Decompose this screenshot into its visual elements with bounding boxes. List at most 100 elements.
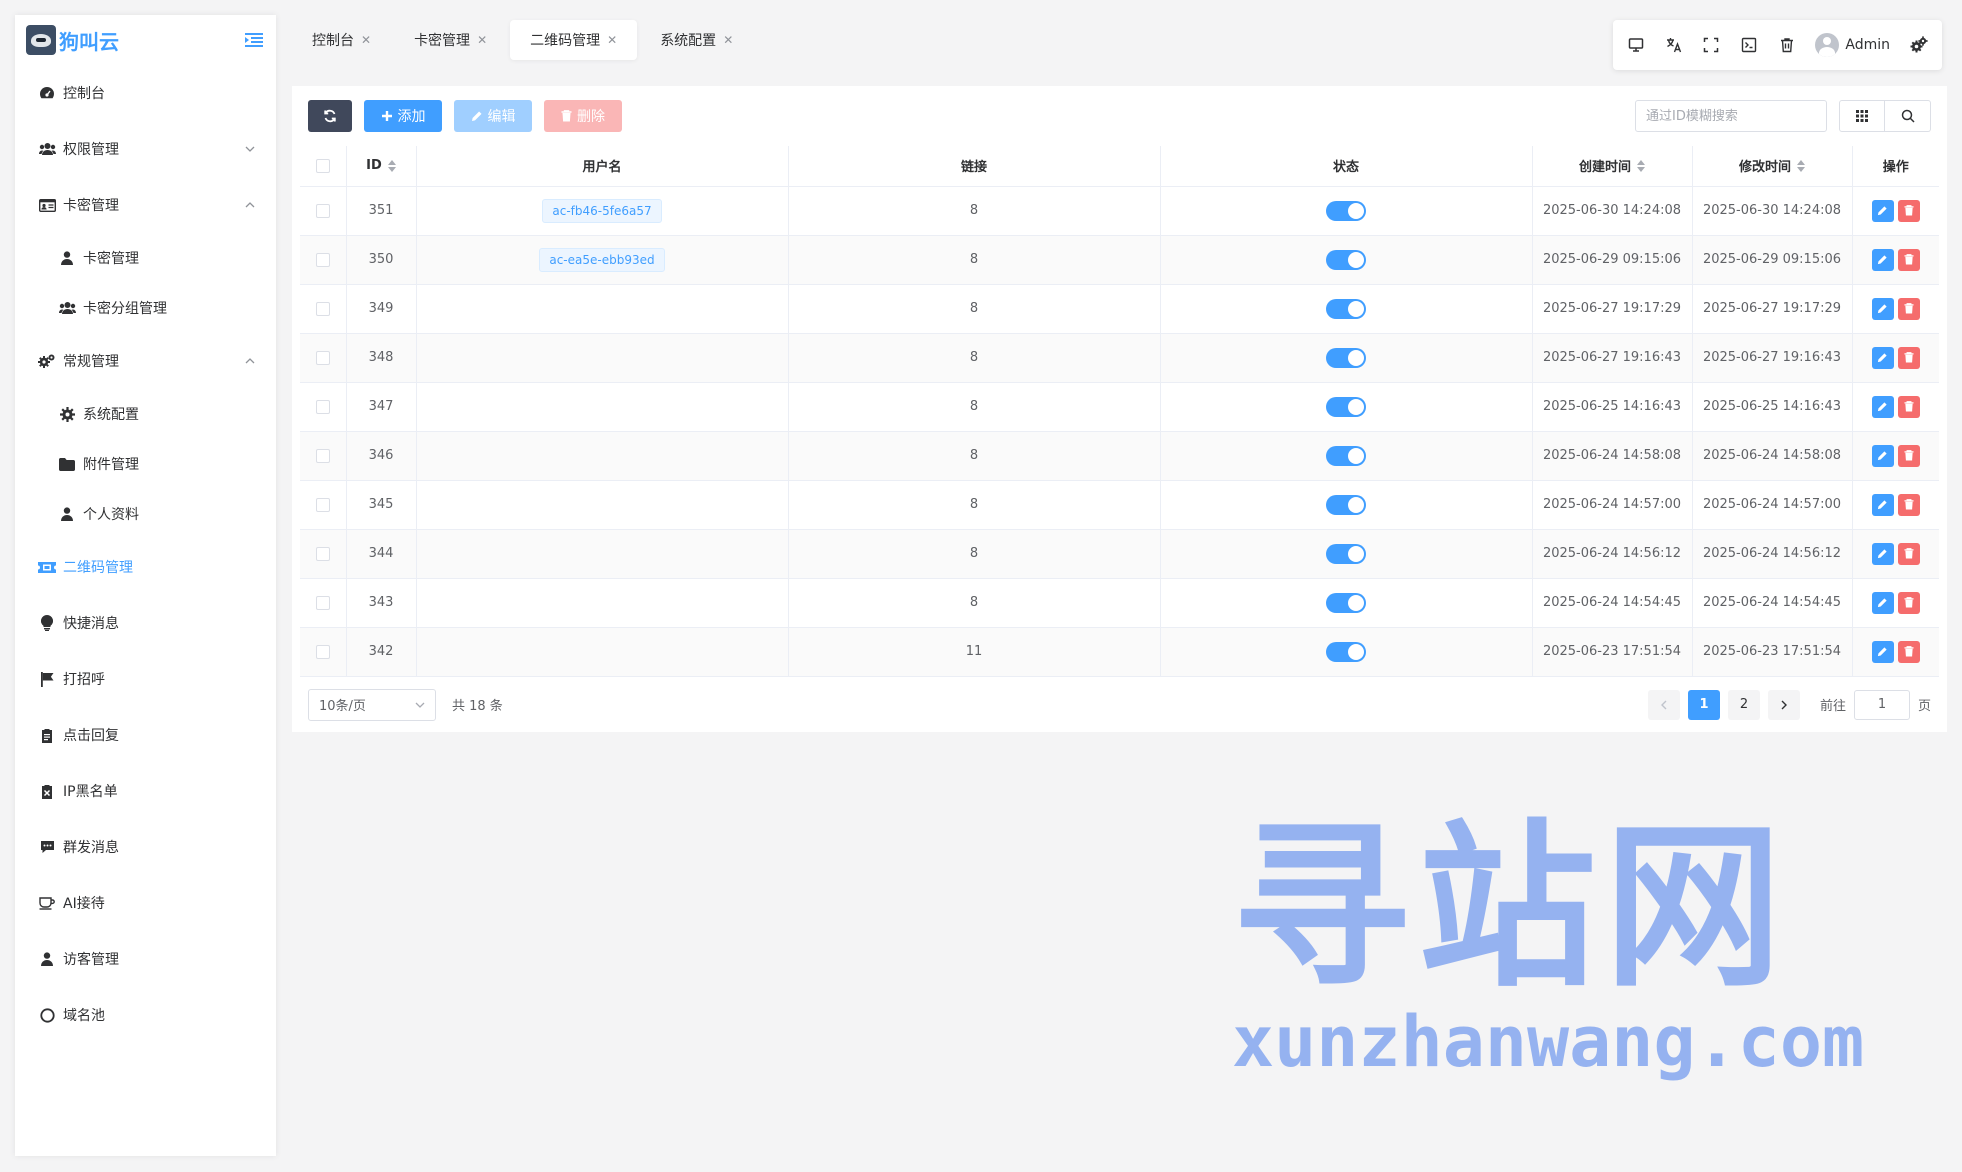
table-row[interactable]: 350 ac-ea5e-ebb93ed 8 2025-06-29 09:15:06 20…: [300, 235, 1939, 285]
row-delete-button[interactable]: [1897, 199, 1920, 222]
sidebar-item-8[interactable]: 个人资料: [15, 489, 276, 539]
status-toggle[interactable]: [1326, 396, 1366, 417]
row-delete-button[interactable]: [1897, 493, 1920, 516]
page-button-1[interactable]: 1: [1687, 689, 1720, 720]
table-row[interactable]: 351 ac-fb46-5fe6a57 8 2025-06-30 14:24:08 20…: [300, 186, 1939, 236]
row-checkbox[interactable]: [315, 448, 330, 463]
table-row[interactable]: 343 8 2025-06-24 14:54:45 2025-06-24 14:54:…: [300, 578, 1939, 628]
sidebar-item-16[interactable]: 访客管理: [15, 931, 276, 987]
row-checkbox[interactable]: [315, 546, 330, 561]
column-updated[interactable]: 修改时间: [1692, 146, 1853, 187]
status-toggle[interactable]: [1326, 298, 1366, 319]
sidebar-item-13[interactable]: IP黑名单: [15, 763, 276, 819]
goto-page-input[interactable]: [1853, 689, 1910, 720]
terminal-icon[interactable]: [1740, 35, 1758, 55]
tab-0[interactable]: 控制台 ✕: [292, 20, 391, 60]
table-row[interactable]: 346 8 2025-06-24 14:58:08 2025-06-24 14:58:…: [300, 431, 1939, 481]
row-checkbox[interactable]: [315, 350, 330, 365]
table-row[interactable]: 348 8 2025-06-27 19:16:43 2025-06-27 19:16:…: [300, 333, 1939, 383]
status-toggle[interactable]: [1326, 494, 1366, 515]
sidebar-item-6[interactable]: 系统配置: [15, 389, 276, 439]
close-icon[interactable]: ✕: [723, 33, 733, 47]
status-toggle[interactable]: [1326, 445, 1366, 466]
row-delete-button[interactable]: [1897, 542, 1920, 565]
tab-1[interactable]: 卡密管理 ✕: [394, 20, 507, 60]
search-button[interactable]: [1885, 100, 1931, 132]
prev-page-button[interactable]: [1647, 689, 1680, 720]
status-toggle[interactable]: [1326, 592, 1366, 613]
row-delete-button[interactable]: [1897, 395, 1920, 418]
sidebar-item-5[interactable]: 常规管理: [15, 333, 276, 389]
sidebar-item-10[interactable]: 快捷消息: [15, 595, 276, 651]
row-edit-button[interactable]: [1871, 493, 1894, 516]
fullscreen-icon[interactable]: [1702, 35, 1720, 55]
row-edit-button[interactable]: [1871, 591, 1894, 614]
refresh-button[interactable]: [308, 100, 352, 132]
row-checkbox[interactable]: [315, 399, 330, 414]
settings-icon[interactable]: [1910, 35, 1928, 55]
collapse-menu-icon[interactable]: [242, 28, 266, 52]
row-checkbox[interactable]: [315, 595, 330, 610]
sidebar-item-1[interactable]: 权限管理: [15, 121, 276, 177]
row-delete-button[interactable]: [1897, 297, 1920, 320]
monitor-icon[interactable]: [1627, 35, 1645, 55]
status-toggle[interactable]: [1326, 249, 1366, 270]
row-edit-button[interactable]: [1871, 395, 1894, 418]
status-toggle[interactable]: [1326, 200, 1366, 221]
user-menu[interactable]: Admin: [1815, 33, 1890, 57]
translate-icon[interactable]: [1665, 35, 1683, 55]
grid-view-button[interactable]: [1839, 100, 1885, 132]
column-id[interactable]: ID: [346, 146, 417, 187]
sidebar-item-17[interactable]: 域名池: [15, 987, 276, 1043]
sidebar-item-15[interactable]: AI接待: [15, 875, 276, 931]
edit-button[interactable]: 编辑: [454, 100, 532, 132]
page-button-2[interactable]: 2: [1727, 689, 1760, 720]
row-edit-button[interactable]: [1871, 199, 1894, 222]
trash-icon[interactable]: [1778, 35, 1796, 55]
row-checkbox[interactable]: [315, 644, 330, 659]
column-created[interactable]: 创建时间: [1532, 146, 1693, 187]
close-icon[interactable]: ✕: [361, 33, 371, 47]
close-icon[interactable]: ✕: [477, 33, 487, 47]
sidebar-item-0[interactable]: 控制台: [15, 65, 276, 121]
select-all-checkbox[interactable]: [315, 158, 330, 173]
status-toggle[interactable]: [1326, 347, 1366, 368]
row-checkbox[interactable]: [315, 252, 330, 267]
sidebar-item-2[interactable]: 卡密管理: [15, 177, 276, 233]
row-edit-button[interactable]: [1871, 640, 1894, 663]
sidebar-item-3[interactable]: 卡密管理: [15, 233, 276, 283]
sidebar-item-7[interactable]: 附件管理: [15, 439, 276, 489]
row-edit-button[interactable]: [1871, 248, 1894, 271]
tab-3[interactable]: 系统配置 ✕: [640, 20, 753, 60]
tab-2[interactable]: 二维码管理 ✕: [510, 20, 638, 60]
row-checkbox[interactable]: [315, 497, 330, 512]
table-row[interactable]: 344 8 2025-06-24 14:56:12 2025-06-24 14:56:…: [300, 529, 1939, 579]
row-edit-button[interactable]: [1871, 542, 1894, 565]
table-row[interactable]: 347 8 2025-06-25 14:16:43 2025-06-25 14:16:…: [300, 382, 1939, 432]
sidebar-item-14[interactable]: 群发消息: [15, 819, 276, 875]
row-delete-button[interactable]: [1897, 346, 1920, 369]
status-toggle[interactable]: [1326, 641, 1366, 662]
row-checkbox[interactable]: [315, 203, 330, 218]
table-row[interactable]: 345 8 2025-06-24 14:57:00 2025-06-24 14:57:…: [300, 480, 1939, 530]
row-edit-button[interactable]: [1871, 444, 1894, 467]
status-toggle[interactable]: [1326, 543, 1366, 564]
sidebar-item-4[interactable]: 卡密分组管理: [15, 283, 276, 333]
row-delete-button[interactable]: [1897, 591, 1920, 614]
row-checkbox[interactable]: [315, 301, 330, 316]
add-button[interactable]: 添加: [364, 100, 442, 132]
row-delete-button[interactable]: [1897, 640, 1920, 663]
table-row[interactable]: 349 8 2025-06-27 19:17:29 2025-06-27 19:17:…: [300, 284, 1939, 334]
page-size-select[interactable]: 10条/页: [308, 688, 436, 721]
sidebar-item-9[interactable]: 二维码管理: [15, 539, 276, 595]
close-icon[interactable]: ✕: [607, 33, 617, 47]
row-edit-button[interactable]: [1871, 297, 1894, 320]
next-page-button[interactable]: [1767, 689, 1800, 720]
search-input[interactable]: [1635, 100, 1827, 132]
sidebar-item-11[interactable]: 打招呼: [15, 651, 276, 707]
delete-button[interactable]: 删除: [544, 100, 622, 132]
table-row[interactable]: 342 11 2025-06-23 17:51:54 2025-06-23 17:51…: [300, 627, 1939, 677]
sidebar-item-12[interactable]: 点击回复: [15, 707, 276, 763]
row-delete-button[interactable]: [1897, 444, 1920, 467]
row-delete-button[interactable]: [1897, 248, 1920, 271]
